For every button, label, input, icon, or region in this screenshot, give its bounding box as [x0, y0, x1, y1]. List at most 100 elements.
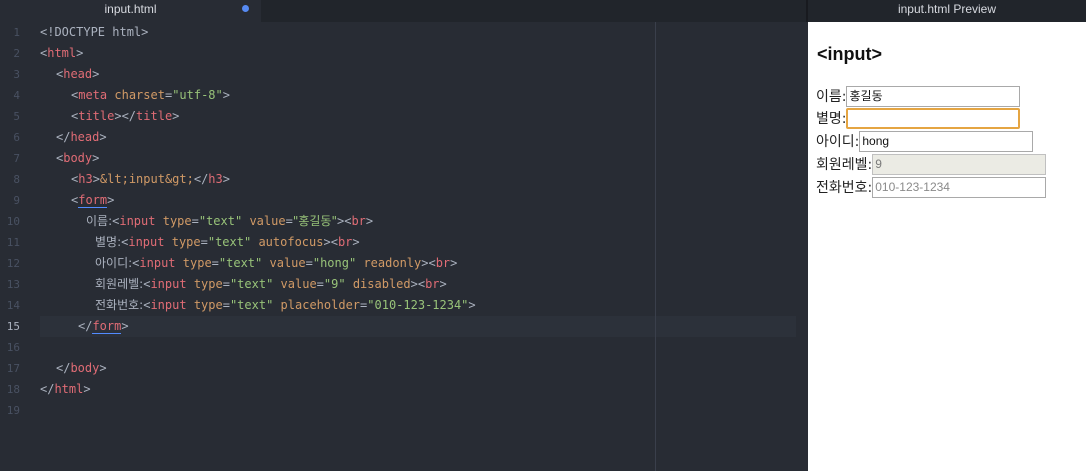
tag-input: input	[119, 214, 156, 228]
code-line-4[interactable]: <meta charset="utf-8">	[71, 85, 230, 106]
label-phone-text: 전화번호:	[95, 298, 144, 312]
tag-body: body	[63, 151, 93, 165]
line-number: 2	[13, 47, 20, 60]
line-number: 18	[6, 383, 20, 396]
line-number: 16	[6, 341, 20, 354]
tag-form: form	[78, 193, 108, 208]
field-phone-row: 전화번호: 010-123-1234	[816, 176, 1047, 198]
code-line-12[interactable]: 아이디:<input type="text" value="hong" read…	[95, 253, 457, 274]
tag-head-close: head	[70, 130, 100, 144]
tag-br: br	[435, 256, 451, 270]
line-number: 1	[13, 26, 20, 39]
field-alias-label: 별명:	[816, 111, 847, 127]
code-line-14[interactable]: 전화번호:<input type="text" placeholder="010…	[95, 295, 476, 316]
str-nine: "9"	[323, 277, 346, 291]
tag-br: br	[337, 235, 353, 249]
code-line-13[interactable]: 회원레벨:<input type="text" value="9" disabl…	[95, 274, 447, 295]
field-level-label: 회원레벨:	[816, 157, 873, 173]
line-number: 5	[13, 110, 20, 123]
line-number: 19	[6, 404, 20, 417]
attr-value: value	[269, 256, 306, 270]
str-phone: "010-123-1234"	[367, 298, 469, 312]
code-line-6[interactable]: </head>	[56, 127, 107, 148]
tag-meta: meta	[78, 88, 108, 102]
line-number: 4	[13, 89, 20, 102]
attr-type: type	[171, 235, 201, 249]
field-phone-label: 전화번호:	[816, 180, 873, 196]
field-level-row: 회원레벨: 9	[816, 153, 1047, 175]
line-number: 14	[6, 299, 20, 312]
tab-input-html[interactable]: input.html	[0, 0, 261, 22]
tag-h3: h3	[78, 172, 93, 186]
code-line-9[interactable]: <form>	[71, 190, 114, 211]
current-line-highlight	[40, 316, 796, 337]
code-editor[interactable]: input.html 1 2 3 4 5 6 7 8 9 10 11 12 13…	[0, 0, 806, 471]
str-text: "text"	[229, 298, 274, 312]
tab-preview[interactable]: input.html Preview	[808, 0, 1086, 18]
attr-type: type	[182, 256, 212, 270]
tag-body-close: body	[70, 361, 100, 375]
tag-input: input	[128, 235, 165, 249]
id-input[interactable]: hong	[859, 130, 1034, 152]
attr-charset: charset	[114, 88, 165, 102]
code-line-5[interactable]: <title></title>	[71, 106, 179, 127]
attr-type: type	[162, 214, 192, 228]
str-text: "text"	[207, 235, 252, 249]
str-utf8: "utf-8"	[172, 88, 223, 102]
attr-disabled: disabled	[352, 277, 411, 291]
h3-entity-text: &lt;input&gt;	[99, 172, 194, 186]
tag-input: input	[139, 256, 176, 270]
field-alias-row: 별명:	[816, 107, 1021, 129]
doctype-text: <!DOCTYPE html>	[40, 25, 149, 39]
code-line-18[interactable]: </html>	[40, 379, 91, 400]
attr-placeholder: placeholder	[280, 298, 361, 312]
preview-heading: <input>	[817, 44, 883, 64]
phone-input[interactable]: 010-123-1234	[872, 176, 1047, 198]
tag-head: head	[63, 67, 93, 81]
tag-form-close: form	[92, 319, 122, 334]
str-hong: "hong"	[312, 256, 357, 270]
code-line-2[interactable]: <html>	[40, 43, 83, 64]
attr-type: type	[193, 277, 223, 291]
line-number: 9	[13, 194, 20, 207]
code-line-1[interactable]: <!DOCTYPE html>	[40, 22, 148, 43]
tag-h3-close: h3	[208, 172, 223, 186]
code-line-17[interactable]: </body>	[56, 358, 107, 379]
line-number: 6	[13, 131, 20, 144]
line-number: 7	[13, 152, 20, 165]
code-line-15[interactable]: </form>	[78, 316, 129, 337]
line-number-active: 15	[6, 320, 20, 333]
editor-tab-bar: input.html	[0, 0, 806, 22]
tag-title: title	[78, 109, 115, 123]
tag-br: br	[351, 214, 366, 228]
code-line-11[interactable]: 별명:<input type="text" autofocus><br>	[95, 232, 360, 253]
code-line-7[interactable]: <body>	[56, 148, 99, 169]
label-name-text: 이름:	[86, 214, 113, 228]
str-text: "text"	[229, 277, 274, 291]
line-number: 10	[6, 215, 20, 228]
line-number: 3	[13, 68, 20, 81]
wrap-guide	[655, 22, 656, 471]
tag-input: input	[150, 298, 187, 312]
name-input[interactable]: 홍길동	[846, 85, 1021, 107]
attr-value: value	[249, 214, 286, 228]
line-number: 13	[6, 278, 20, 291]
field-id-row: 아이디: hong	[816, 130, 1034, 152]
tag-html: html	[47, 46, 77, 60]
alias-input[interactable]	[846, 107, 1021, 129]
str-text: "text"	[218, 256, 263, 270]
line-number: 12	[6, 257, 20, 270]
modified-dot-icon[interactable]	[242, 5, 249, 12]
field-name-row: 이름: 홍길동	[816, 85, 1021, 107]
attr-value: value	[280, 277, 317, 291]
code-line-3[interactable]: <head>	[56, 64, 99, 85]
line-number: 11	[6, 236, 20, 249]
field-id-label: 아이디:	[816, 134, 860, 150]
tag-title-close: title	[136, 109, 173, 123]
attr-type: type	[193, 298, 223, 312]
tag-html-close: html	[54, 382, 84, 396]
str-text: "text"	[198, 214, 243, 228]
code-line-10[interactable]: 이름:<input type="text" value="홍길동"><br>	[86, 211, 373, 232]
line-number: 8	[13, 173, 20, 186]
code-line-8[interactable]: <h3>&lt;input&gt;</h3>	[71, 169, 230, 190]
